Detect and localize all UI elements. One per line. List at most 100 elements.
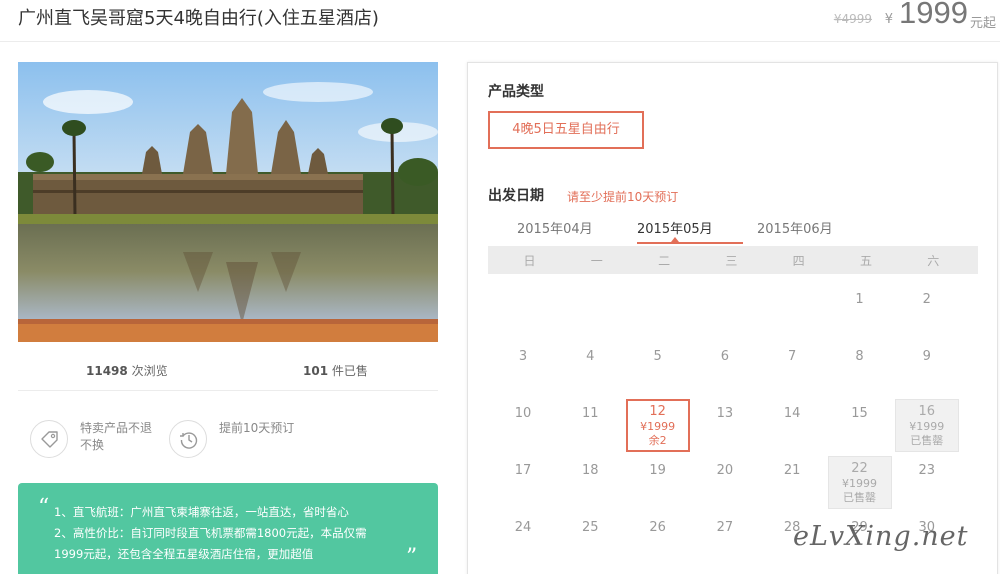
tab-month-june[interactable]: 2015年06月 [757,218,833,237]
calendar-day-25: 25 [558,513,622,566]
calendar-day-15: 15 [828,399,892,452]
day-number: 15 [851,406,868,421]
day-number: 24 [514,520,532,535]
calendar-day-9: 9 [895,342,959,395]
active-tab-underline [637,242,743,244]
day-number: 4 [586,349,595,364]
day-number: 10 [514,406,532,421]
views-stat: 11498 次浏览 [86,362,168,379]
weekday-label: 四 [792,254,805,268]
close-quote-icon: ” [406,545,418,570]
booking-panel: 产品类型 4晚5日五星自由行 出发日期 请至少提前10天预订 2015年04月 … [467,62,998,574]
day-number: 7 [788,349,797,364]
calendar-day-16[interactable]: 16 ¥1999 已售罄 [894,399,959,452]
calendar-day-5: 5 [626,342,690,395]
tab-month-april[interactable]: 2015年04月 [517,218,593,237]
calendar-day-21: 21 [760,456,824,509]
temple-photo-image [18,62,438,342]
calendar-day-18: 18 [558,456,622,509]
calendar-day-3: 3 [491,342,555,395]
calendar-day-8: 8 [828,342,892,395]
page-title: 广州直飞吴哥窟5天4晚自由行(入住五星酒店) [18,8,379,29]
clock-history-icon [169,420,207,458]
day-price: ¥1999 [909,420,945,433]
day-availability: 已售罄 [910,434,944,447]
day-number: 3 [518,349,528,364]
day-number: 2 [922,292,931,307]
day-number: 21 [783,463,801,478]
price-unit: 元起 [969,16,996,31]
day-number: 17 [514,463,532,478]
feature-text: 提前10天预订 [219,421,295,435]
currency-symbol: ¥ [884,12,893,27]
day-price: ¥1999 [842,477,877,490]
original-price: ¥4999 [833,12,872,26]
product-photo [18,62,438,342]
day-number: 11 [582,406,599,421]
current-price: 1999 [899,0,968,30]
active-tab-caret-icon [671,237,679,242]
feature-text: 特卖产品不退不换 [80,421,153,452]
promo-line: 2、高性价比：自订同时段直飞机票都需1800元起，本品仅需 [54,526,367,540]
sold-stat: 101 件已售 [303,362,368,379]
day-number: 13 [716,406,734,421]
calendar-day-22[interactable]: 22 ¥1999 已售罄 [827,456,892,509]
tab-month-may[interactable]: 2015年05月 [637,218,713,237]
day-number: 8 [855,349,864,364]
calendar-day-7: 7 [760,342,824,395]
weekday-label: 五 [859,254,872,268]
day-number: 22 [851,461,868,476]
calendar-day-11: 11 [558,399,622,452]
day-number: 14 [783,406,801,421]
departure-date-label: 出发日期 [488,188,544,204]
calendar-day-17: 17 [491,456,555,509]
sold-count: 101 [303,364,329,378]
promo-highlights: “ 1、直飞航班：广州直飞柬埔寨往返，一站直达，省时省心 2、高性价比：自订同时… [18,483,438,574]
day-price: ¥1999 [640,420,676,433]
day-number: 27 [716,520,734,535]
calendar-day-1: 1 [828,285,892,338]
day-number: 12 [649,404,666,419]
weekday-header: 日一二三四五六 [488,246,978,274]
day-number: 20 [716,463,734,478]
day-number: 16 [918,404,936,419]
weekday-label: 六 [927,254,940,268]
product-type-option[interactable]: 4晚5日五星自由行 [488,111,644,149]
sold-label: 件已售 [331,364,368,378]
product-type-label: 产品类型 [488,84,544,100]
day-number: 6 [720,349,730,364]
weekday-label: 三 [725,254,738,268]
booking-hint: 请至少提前10天预订 [567,190,679,204]
day-number: 5 [653,349,662,364]
site-watermark: eLvXing.net [793,521,969,552]
calendar-day-10: 10 [491,399,555,452]
calendar-day-20: 20 [693,456,757,509]
weekday-label: 一 [590,254,603,268]
promo-line: 1999元起，还包含全程五星级酒店住宿，更加超值 [54,547,314,561]
day-number: 1 [855,292,864,307]
views-label: 次浏览 [131,364,168,378]
calendar-day-12[interactable]: 12 ¥1999 余2 [625,399,690,452]
calendar-day-27: 27 [693,513,757,566]
calendar-day-4: 4 [558,342,622,395]
calendar-day-6: 6 [693,342,757,395]
day-availability: 余2 [648,434,667,447]
day-number: 18 [582,463,599,478]
day-number: 19 [649,463,666,478]
month-tabs: 2015年04月 2015年05月 2015年06月 [488,213,978,245]
views-count: 11498 [86,364,128,378]
day-number: 9 [922,349,931,364]
weekday-label: 日 [523,254,536,268]
calendar-day-26: 26 [626,513,690,566]
calendar-day-13: 13 [693,399,757,452]
calendar-day-2: 2 [895,285,959,338]
open-quote-icon: “ [38,495,50,520]
day-number: 23 [918,463,936,478]
price-tag-icon [30,420,68,458]
calendar-day-24: 24 [491,513,555,566]
calendar-day-14: 14 [760,399,824,452]
page-header: 广州直飞吴哥窟5天4晚自由行(入住五星酒店) ¥4999 ¥ 1999 元起 [0,0,1000,42]
promo-line: 1、直飞航班：广州直飞柬埔寨往返，一站直达，省时省心 [54,505,349,519]
product-stats: 11498 次浏览 101 件已售 [18,355,438,391]
day-number: 26 [649,520,666,535]
